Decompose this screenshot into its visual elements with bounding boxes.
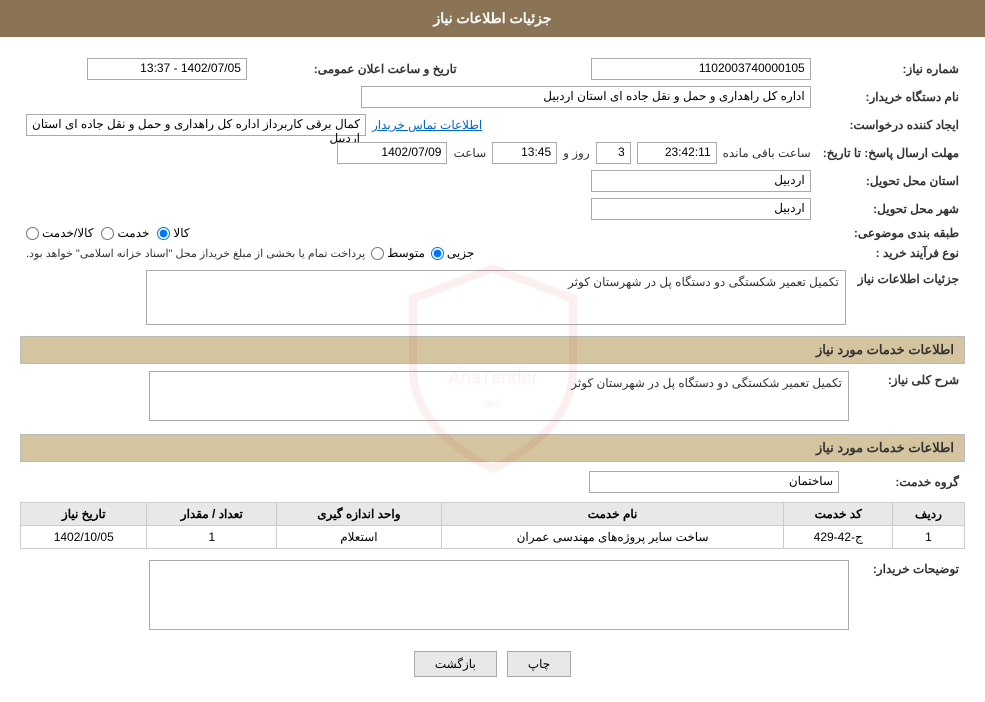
buyer-label: نام دستگاه خریدار: [817,83,965,111]
services-title: اطلاعات خدمات مورد نیاز [20,434,965,462]
description-label: جزئیات اطلاعات نیاز [852,267,965,328]
category-goods-service-label: کالا/خدمت [42,226,93,240]
description-cell: تکمیل تعمیر شکستگی دو دستگاه پل در شهرست… [20,267,852,328]
category-goods-label: کالا [173,226,189,240]
service-group-table: گروه خدمت: ساختمان [20,468,965,496]
page-header: جزئیات اطلاعات نیاز [0,0,985,37]
category-goods-radio[interactable] [157,227,170,240]
category-goods-service-option[interactable]: کالا/خدمت [26,226,93,240]
purchase-partial-radio[interactable] [431,247,444,260]
buyer-notes-table: توضیحات خریدار: [20,557,965,636]
deadline-date-value: 1402/07/09 [337,142,447,164]
purchase-type-label: نوع فرآیند خرید : [817,243,965,263]
purchase-type-cell: پرداخت تمام یا بخشی از مبلغ خریداز محل "… [20,243,817,263]
page-wrapper: جزئیات اطلاعات نیاز AnaТender .net شماره… [0,0,985,702]
page-title: جزئیات اطلاعات نیاز [433,10,551,26]
services-section-title: اطلاعات خدمات مورد نیاز [20,336,965,364]
description-value: تکمیل تعمیر شکستگی دو دستگاه پل در شهرست… [146,270,846,325]
city-label: شهر محل تحویل: [817,195,965,223]
print-button[interactable]: چاپ [507,651,571,677]
table-row: 1ج-42-429ساخت سایر پروژه‌های مهندسی عمرا… [21,526,965,549]
contact-link[interactable]: اطلاعات تماس خریدار [372,118,482,132]
category-goods-service-radio[interactable] [26,227,39,240]
deadline-label: مهلت ارسال پاسخ: تا تاریخ: [817,139,965,167]
col-0: ردیف [892,503,964,526]
description-inner-label: شرح کلی نیاز: [888,373,959,387]
buyer-value: اداره کل راهداری و حمل و نقل جاده ای است… [361,86,811,108]
province-label: استان محل تحویل: [817,167,965,195]
buyer-notes-label: توضیحات خریدار: [855,557,965,636]
deadline-remaining-value: 23:42:11 [637,142,717,164]
col-5: تاریخ نیاز [21,503,147,526]
announcement-date-label: تاریخ و ساعت اعلان عمومی: [253,55,463,83]
table-cell: ساخت سایر پروژه‌های مهندسی عمران [441,526,784,549]
category-cell: کالا/خدمت خدمت کالا [20,223,817,243]
table-cell: 1 [147,526,277,549]
deadline-time-value: 13:45 [492,142,557,164]
col-4: تعداد / مقدار [147,503,277,526]
category-service-radio[interactable] [101,227,114,240]
creator-label: ایجاد کننده درخواست: [817,111,965,139]
purchase-partial-option[interactable]: جزیی [431,246,474,260]
description-inner-table: شرح کلی نیاز: تکمیل تعمیر شکستگی دو دستگ… [20,368,965,424]
buyer-notes-input[interactable] [149,560,849,630]
table-cell: 1 [892,526,964,549]
need-number-cell: 1102003740000105 [503,55,817,83]
category-service-label: خدمت [117,226,149,240]
category-label: طبقه بندی موضوعی: [817,223,965,243]
province-value: اردبیل [591,170,811,192]
table-cell: استعلام [277,526,441,549]
services-table: ردیفکد خدمتنام خدمتواحد اندازه گیریتعداد… [20,502,965,549]
purchase-medium-option[interactable]: متوسط [371,246,425,260]
col-2: نام خدمت [441,503,784,526]
service-group-label: گروه خدمت: [845,468,965,496]
service-group-cell: ساختمان [20,468,845,496]
bottom-buttons: بازگشت چاپ [20,651,965,677]
announcement-date-cell: 1402/07/05 - 13:37 [20,55,253,83]
category-goods-option[interactable]: کالا [157,226,189,240]
remaining-label: ساعت باقی مانده [723,146,811,160]
time-label: ساعت [453,146,486,160]
main-content: AnaТender .net شماره نیاز: 1102003740000… [0,37,985,702]
buyer-notes-cell [20,557,855,636]
purchase-medium-radio[interactable] [371,247,384,260]
announcement-date-value: 1402/07/05 - 13:37 [87,58,247,80]
col-3: واحد اندازه گیری [277,503,441,526]
purchase-medium-label: متوسط [387,246,425,260]
deadline-cell: 1402/07/09 ساعت 13:45 روز و 3 23:42:11 س… [20,139,817,167]
creator-value: کمال برقی کاربرداز اداره کل راهداری و حم… [26,114,366,136]
need-number-value: 1102003740000105 [591,58,811,80]
deadline-days-value: 3 [596,142,631,164]
back-button[interactable]: بازگشت [414,651,497,677]
description-inner-value: تکمیل تعمیر شکستگی دو دستگاه پل در شهرست… [149,371,849,421]
city-cell: اردبیل [20,195,817,223]
city-value: اردبیل [591,198,811,220]
buyer-cell: اداره کل راهداری و حمل و نقل جاده ای است… [20,83,817,111]
top-info-table: شماره نیاز: 1102003740000105 تاریخ و ساع… [20,55,965,263]
description-table: جزئیات اطلاعات نیاز تکمیل تعمیر شکستگی د… [20,267,965,328]
creator-cell: اطلاعات تماس خریدار کمال برقی کاربرداز ا… [20,111,817,139]
purchase-note: پرداخت تمام یا بخشی از مبلغ خریداز محل "… [26,247,365,260]
description-inner-cell: تکمیل تعمیر شکستگی دو دستگاه پل در شهرست… [20,368,855,424]
category-service-option[interactable]: خدمت [101,226,149,240]
need-number-label: شماره نیاز: [817,55,965,83]
col-1: کد خدمت [784,503,893,526]
table-cell: 1402/10/05 [21,526,147,549]
purchase-partial-label: جزیی [447,246,474,260]
service-group-value: ساختمان [589,471,839,493]
days-label: روز و [563,146,590,160]
province-cell: اردبیل [20,167,817,195]
table-cell: ج-42-429 [784,526,893,549]
